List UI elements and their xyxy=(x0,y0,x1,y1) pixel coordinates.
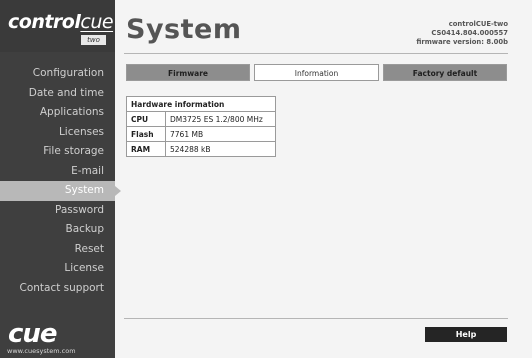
table-row: RAM 524288 kB xyxy=(126,141,276,157)
sidebar-item-licenses[interactable]: Licenses xyxy=(0,123,115,143)
footer-divider xyxy=(124,318,508,319)
firmware-version: firmware version: 8.00b xyxy=(416,38,508,46)
hw-value-flash: 7761 MB xyxy=(165,126,276,142)
sidebar-item-file-storage[interactable]: File storage xyxy=(0,142,115,162)
hw-key-flash: Flash xyxy=(126,126,166,142)
hw-value-ram: 524288 kB xyxy=(165,141,276,157)
sidebar-item-reset[interactable]: Reset xyxy=(0,240,115,260)
device-serial: CS0414.804.000557 xyxy=(431,29,508,37)
page-title: System xyxy=(126,14,242,45)
hw-value-cpu: DM3725 ES 1.2/800 MHz xyxy=(165,111,276,127)
hw-key-cpu: CPU xyxy=(126,111,166,127)
sidebar-nav: Configuration Date and time Applications… xyxy=(0,64,121,299)
controlcue-logo: controlcue two xyxy=(0,0,115,52)
sidebar-item-system[interactable]: System xyxy=(0,181,121,201)
sidebar-item-configuration[interactable]: Configuration xyxy=(0,64,115,84)
tab-factory-default[interactable]: Factory default xyxy=(383,64,507,81)
sidebar: controlcue two Configuration Date and ti… xyxy=(0,0,121,358)
logo-word-light: cue xyxy=(80,11,114,33)
cue-brand-logo: cue xyxy=(8,319,58,349)
sidebar-item-date-and-time[interactable]: Date and time xyxy=(0,84,115,104)
sidebar-item-applications[interactable]: Applications xyxy=(0,103,115,123)
device-name: controlCUE-two xyxy=(448,20,508,28)
table-row: Flash 7761 MB xyxy=(126,126,276,142)
logo-word-bold: control xyxy=(8,11,81,33)
sidebar-item-license[interactable]: License xyxy=(0,259,115,279)
brand-url[interactable]: www.cuesystem.com xyxy=(7,347,76,355)
sidebar-item-email[interactable]: E-mail xyxy=(0,162,115,182)
logo-sub-label: two xyxy=(81,35,106,45)
device-info: controlCUE-two CS0414.804.000557 firmwar… xyxy=(416,20,508,47)
table-row: CPU DM3725 ES 1.2/800 MHz xyxy=(126,111,276,127)
hardware-info-table: Hardware information CPU DM3725 ES 1.2/8… xyxy=(126,96,276,157)
sidebar-item-backup[interactable]: Backup xyxy=(0,220,115,240)
tab-firmware[interactable]: Firmware xyxy=(126,64,250,81)
sidebar-item-password[interactable]: Password xyxy=(0,201,115,221)
hardware-info-heading: Hardware information xyxy=(126,96,276,112)
header-divider xyxy=(124,53,508,54)
help-button[interactable]: Help xyxy=(425,327,507,342)
tab-information[interactable]: Information xyxy=(254,64,379,81)
sidebar-item-contact-support[interactable]: Contact support xyxy=(0,279,115,299)
hw-key-ram: RAM xyxy=(126,141,166,157)
